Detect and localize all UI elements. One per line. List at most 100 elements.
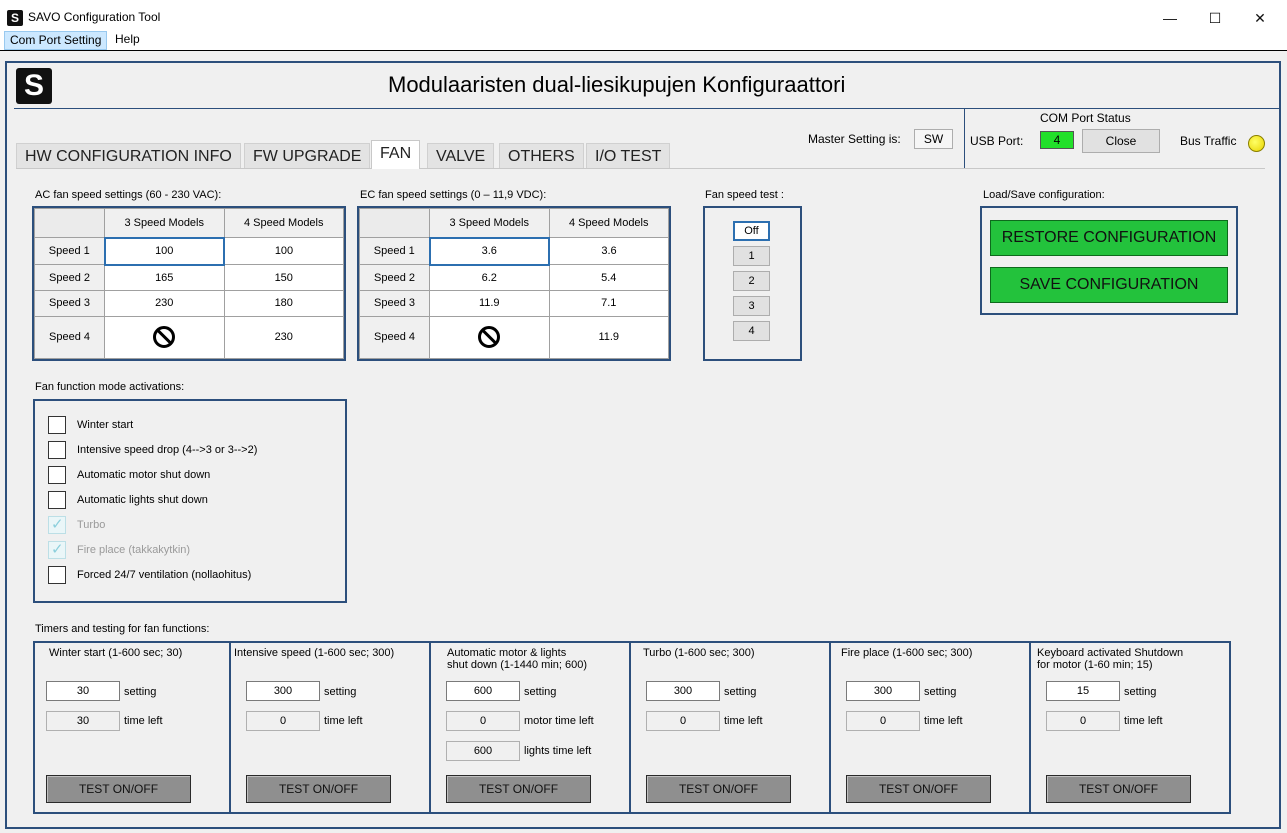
ac-speed3-4speed-cell[interactable]: 180 [223,290,344,317]
column-header: 4 Speed Models [223,208,344,238]
table-corner [359,208,430,238]
row-header: Speed 4 [34,315,105,360]
maximize-icon[interactable]: ☐ [1195,7,1235,29]
turbo-setting-input[interactable]: 300 [646,681,720,701]
timer-divider [829,643,831,812]
fire-place-setting-input[interactable]: 300 [846,681,920,701]
column-header: 3 Speed Models [429,208,550,238]
intensive-speed-drop-label: Intensive speed drop (4-->3 or 3-->2) [77,444,258,456]
ac-fan-title: AC fan speed settings (60 - 230 VAC): [35,189,222,201]
ec-speed4-4speed-cell[interactable]: 11.9 [548,315,669,360]
winter-start-time-left: 30 [46,711,120,731]
intensive-speed-drop-checkbox[interactable] [48,441,66,459]
ec-fan-title: EC fan speed settings (0 – 11,9 VDC): [360,189,547,201]
time-left-label: time left [1124,715,1163,727]
column-header: 4 Speed Models [548,208,669,238]
tab-valve[interactable]: VALVE [427,143,495,168]
turbo-time-left: 0 [646,711,720,731]
title-bar [0,0,1287,31]
winter-start-checkbox[interactable] [48,416,66,434]
save-configuration-button[interactable]: SAVE CONFIGURATION [990,267,1228,303]
setting-label: setting [724,686,757,698]
fire-place-time-left: 0 [846,711,920,731]
menu-com-port-setting[interactable]: Com Port Setting [4,31,108,50]
winter-start-setting-input[interactable]: 30 [46,681,120,701]
tab-fan[interactable]: FAN [371,140,421,169]
auto-shutdown-setting-input[interactable]: 600 [446,681,520,701]
minimize-icon[interactable]: — [1150,7,1190,29]
motor-time-left: 0 [446,711,520,731]
setting-label: setting [324,686,357,698]
keyboard-shutdown-test-button[interactable]: TEST ON/OFF [1046,775,1191,803]
ec-speed2-3speed-cell[interactable]: 6.2 [429,264,550,292]
ac-speed2-3speed-cell[interactable]: 165 [104,264,225,292]
auto-shutdown-test-button[interactable]: TEST ON/OFF [446,775,591,803]
table-corner [34,208,105,238]
row-header: Speed 4 [359,315,430,360]
ec-speed3-3speed-cell[interactable]: 11.9 [429,290,550,317]
auto-lights-shutdown-checkbox[interactable] [48,491,66,509]
ac-speed1-4speed-cell[interactable]: 100 [223,236,344,266]
timer-divider [1029,643,1031,812]
forced-ventilation-checkbox[interactable] [48,566,66,584]
setting-label: setting [1124,686,1157,698]
timer-divider [429,643,431,812]
lights-time-left-label: lights time left [524,745,592,757]
ec-speed2-4speed-cell[interactable]: 5.4 [548,264,669,292]
usb-port-value: 4 [1040,131,1074,149]
intensive-speed-time-left: 0 [246,711,320,731]
fan-speed-4-button[interactable]: 4 [733,321,770,341]
tab-io-test[interactable]: I/O TEST [586,143,671,168]
ec-speed3-4speed-cell[interactable]: 7.1 [548,290,669,317]
turbo-test-button[interactable]: TEST ON/OFF [646,775,791,803]
close-window-icon[interactable]: ✕ [1240,7,1280,29]
fan-speed-3-button[interactable]: 3 [733,296,770,316]
turbo-label: Turbo [77,519,106,531]
ec-speed1-4speed-cell[interactable]: 3.6 [548,236,669,266]
winter-start-test-button[interactable]: TEST ON/OFF [46,775,191,803]
close-port-button[interactable]: Close [1082,129,1160,153]
time-left-label: time left [924,715,963,727]
column-header: 3 Speed Models [104,208,225,238]
intensive-speed-timer-title: Intensive speed (1-600 sec; 300) [234,647,395,659]
ec-speed1-3speed-cell[interactable]: 3.6 [428,236,550,266]
intensive-speed-setting-input[interactable]: 300 [246,681,320,701]
bus-traffic-label: Bus Traffic [1180,134,1237,148]
keyboard-shutdown-setting-input[interactable]: 15 [1046,681,1120,701]
fan-speed-2-button[interactable]: 2 [733,271,770,291]
row-header: Speed 2 [359,264,430,292]
restore-configuration-button[interactable]: RESTORE CONFIGURATION [990,220,1228,256]
time-left-label: time left [124,715,163,727]
ac-speed3-3speed-cell[interactable]: 230 [104,290,225,317]
turbo-timer-title: Turbo (1-600 sec; 300) [643,647,755,659]
row-header: Speed 1 [34,236,105,266]
ec-fan-table: 3 Speed Models 4 Speed Models Speed 1 3.… [357,206,671,361]
timers-title: Timers and testing for fan functions: [35,623,210,635]
winter-start-timer-title: Winter start (1-600 sec; 30) [49,647,183,659]
timer-divider [229,643,231,812]
fire-place-test-button[interactable]: TEST ON/OFF [846,775,991,803]
ac-speed4-4speed-cell[interactable]: 230 [223,315,344,360]
menu-help[interactable]: Help [110,31,145,50]
row-header: Speed 3 [359,290,430,317]
ac-speed1-3speed-cell[interactable]: 100 [103,236,225,266]
auto-motor-shutdown-checkbox[interactable] [48,466,66,484]
master-setting-value: SW [914,129,953,149]
fire-place-label: Fire place (takkakytkin) [77,544,191,556]
fire-place-checkbox [48,540,66,559]
fan-speed-off-button[interactable]: Off [733,221,770,241]
ac-speed2-4speed-cell[interactable]: 150 [223,264,344,292]
tab-fw-upgrade[interactable]: FW UPGRADE [244,143,371,168]
keyboard-shutdown-timer-title: Keyboard activated Shutdown [1037,647,1184,659]
auto-lights-shutdown-label: Automatic lights shut down [77,494,208,506]
com-port-status-title: COM Port Status [1040,111,1131,125]
tab-others[interactable]: OTHERS [499,143,584,168]
setting-label: setting [124,686,157,698]
tab-divider [16,168,1265,169]
ec-speed4-3speed-cell [429,315,550,360]
fan-speed-1-button[interactable]: 1 [733,246,770,266]
intensive-speed-test-button[interactable]: TEST ON/OFF [246,775,391,803]
load-save-title: Load/Save configuration: [983,189,1105,201]
master-setting-label: Master Setting is: [808,132,901,146]
tab-hw-configuration-info[interactable]: HW CONFIGURATION INFO [16,143,241,168]
